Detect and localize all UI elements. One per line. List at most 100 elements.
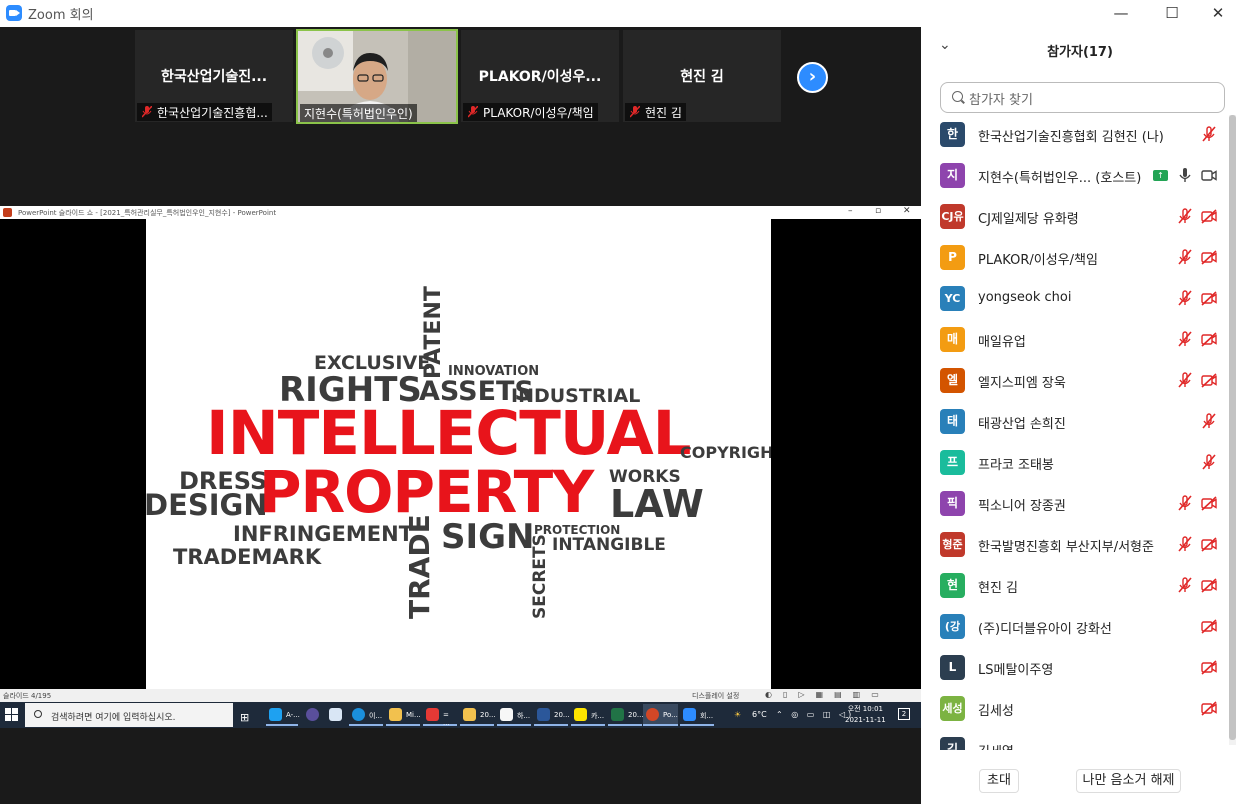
slide-counter: 슬라이드 4/195 bbox=[3, 692, 52, 700]
avatar: 현 bbox=[940, 573, 965, 598]
taskbar-app-chrome[interactable] bbox=[303, 704, 323, 726]
video-off-icon[interactable] bbox=[1201, 536, 1217, 552]
taskbar-app-excel[interactable]: 20... bbox=[608, 704, 644, 726]
participant-row[interactable]: 김 김세열 bbox=[921, 737, 1231, 750]
taskbar-app-ie[interactable]: A-... bbox=[266, 704, 300, 726]
participant-row[interactable]: 현 현진 김 bbox=[921, 573, 1231, 614]
muted-mic-icon[interactable] bbox=[1177, 249, 1193, 265]
taskbar-app-word[interactable]: 20... bbox=[534, 704, 570, 726]
muted-mic-icon[interactable] bbox=[1177, 495, 1193, 511]
muted-mic-icon[interactable] bbox=[1177, 536, 1193, 552]
muted-mic-icon[interactable] bbox=[1177, 290, 1193, 306]
participant-row[interactable]: 픽 픽소니어 장종권 bbox=[921, 491, 1231, 532]
weather-icon[interactable]: ☀ bbox=[734, 710, 741, 719]
taskbar-app-folder[interactable]: Mi... bbox=[386, 704, 421, 726]
ppt-restore-button[interactable]: ▫ bbox=[875, 206, 881, 216]
participant-name: yongseok choi bbox=[978, 290, 1072, 305]
participants-panel: ⌄ 참가자(17) 참가자 찾기 한 한국산업기술진흥협회 김현진 (나) 지 지현수… bbox=[921, 27, 1239, 804]
taskbar-app-paint[interactable]: = ... bbox=[423, 704, 457, 727]
ppt-minimize-button[interactable]: – bbox=[848, 206, 853, 216]
video-icon[interactable] bbox=[1201, 167, 1217, 183]
muted-mic-icon[interactable] bbox=[1177, 372, 1193, 388]
task-view-icon[interactable]: ⊞ bbox=[240, 704, 249, 726]
video-off-icon[interactable] bbox=[1201, 495, 1217, 511]
participant-tile[interactable]: 한국산업기술진... 한국산업기술진흥협... bbox=[135, 30, 293, 122]
video-off-icon[interactable] bbox=[1201, 577, 1217, 593]
tile-label: 지현수(특허법인우인) bbox=[300, 104, 417, 122]
participant-row[interactable]: 세성 김세성 bbox=[921, 696, 1231, 737]
next-page-button[interactable]: › bbox=[797, 62, 828, 93]
display-settings-button[interactable]: 디스플레이 설정 bbox=[692, 691, 739, 701]
participant-row[interactable]: L LS메탈이주영 bbox=[921, 655, 1231, 696]
video-off-icon[interactable] bbox=[1201, 372, 1217, 388]
participant-name: 매일유업 bbox=[978, 335, 1026, 350]
word-sign: SIGN bbox=[441, 517, 535, 557]
word-intangible: INTANGIBLE bbox=[552, 535, 666, 555]
app-label: Mi... bbox=[406, 711, 421, 719]
word-icon bbox=[537, 708, 550, 721]
participant-name: PLAKOR/이성우/책임 bbox=[978, 253, 1098, 268]
video-off-icon[interactable] bbox=[1201, 208, 1217, 224]
shared-screen: EXCLUSIVE PATENT INNOVATION RIGHTS ASSET… bbox=[0, 219, 921, 689]
participant-search-input[interactable]: 참가자 찾기 bbox=[940, 82, 1225, 113]
video-off-icon[interactable] bbox=[1201, 249, 1217, 265]
participant-tile[interactable]: 현진 김 현진 김 bbox=[623, 30, 781, 122]
windows-start-button[interactable] bbox=[5, 708, 18, 721]
powerpoint-titlebar: PowerPoint 슬라이드 쇼 - [2021_특허관리실무_특허법인우인_… bbox=[0, 206, 921, 219]
muted-mic-icon[interactable] bbox=[1177, 577, 1193, 593]
taskbar-app-edge[interactable]: 이... bbox=[349, 704, 383, 726]
view-buttons[interactable]: ◐▯▷▦▤▥▭ bbox=[765, 690, 890, 699]
chevron-right-icon: › bbox=[808, 66, 817, 87]
search-placeholder: 검색하려면 여기에 입력하십시오. bbox=[51, 713, 176, 723]
powerpoint-icon bbox=[3, 208, 12, 217]
tile-name: 한국산업기술진... bbox=[160, 69, 268, 85]
app-label: 하... bbox=[517, 712, 531, 720]
muted-mic-icon[interactable] bbox=[1177, 331, 1193, 347]
mic-icon[interactable] bbox=[1177, 167, 1193, 183]
close-button[interactable]: ✕ bbox=[1195, 2, 1239, 24]
maximize-button[interactable]: ☐ bbox=[1149, 2, 1195, 24]
participant-row[interactable]: 형준 한국발명진흥회 부산지부/서형준 bbox=[921, 532, 1231, 573]
video-off-icon[interactable] bbox=[1201, 290, 1217, 306]
participant-row[interactable]: P PLAKOR/이성우/책임 bbox=[921, 245, 1231, 286]
participant-list-scrollbar[interactable] bbox=[1229, 115, 1236, 745]
participant-row[interactable]: 매 매일유업 bbox=[921, 327, 1231, 368]
ppt-close-button[interactable]: ✕ bbox=[903, 206, 911, 216]
excel-icon bbox=[611, 708, 624, 721]
muted-mic-icon[interactable] bbox=[1201, 126, 1217, 142]
video-off-icon[interactable] bbox=[1201, 659, 1217, 675]
minimize-button[interactable]: — bbox=[1098, 2, 1144, 24]
taskbar-app-folder2[interactable]: 20... bbox=[460, 704, 496, 726]
notification-button[interactable]: 2 bbox=[898, 708, 910, 720]
search-icon bbox=[952, 91, 963, 102]
participant-video-tile[interactable]: 지현수(특허법인우인) bbox=[296, 29, 458, 124]
participant-row[interactable]: 태 태광산업 손희진 bbox=[921, 409, 1231, 450]
participant-tile[interactable]: PLAKOR/이성우... PLAKOR/이성우/책임 bbox=[461, 30, 619, 122]
muted-mic-icon[interactable] bbox=[1201, 413, 1217, 429]
participant-row[interactable]: CJ유 CJ제일제당 유화령 bbox=[921, 204, 1231, 245]
participant-row[interactable]: 프 프라코 조태봉 bbox=[921, 450, 1231, 491]
video-off-icon[interactable] bbox=[1201, 618, 1217, 634]
participant-row[interactable]: 엘 엘지스피엠 장욱 bbox=[921, 368, 1231, 409]
video-off-icon[interactable] bbox=[1201, 700, 1217, 716]
participant-row[interactable]: YC yongseok choi bbox=[921, 286, 1231, 327]
taskbar-app-kakao[interactable]: 카... bbox=[571, 704, 605, 726]
participant-row[interactable]: (강 (주)디더블유아이 강화선 bbox=[921, 614, 1231, 655]
participant-row[interactable]: 지 지현수(특허법인우... (호스트) ↑ bbox=[921, 163, 1231, 204]
muted-mic-icon[interactable] bbox=[1177, 208, 1193, 224]
unmute-me-button[interactable]: 나만 음소거 해제 bbox=[1076, 769, 1181, 793]
taskbar-app-powerpoint[interactable]: Po... bbox=[643, 704, 678, 726]
taskbar-clock[interactable]: 오전 10:01 2021-11-11 bbox=[845, 704, 886, 726]
taskbar-app-edit[interactable] bbox=[326, 704, 346, 726]
tray-icons[interactable]: ⌃ ◎ ▭ ◫ ◁) bbox=[776, 710, 854, 719]
taskbar-app-hwp[interactable]: 하... bbox=[497, 704, 531, 726]
taskbar-app-zoom[interactable]: 회... bbox=[680, 704, 714, 726]
weather-temp[interactable]: 6°C bbox=[752, 710, 767, 719]
taskbar-search-input[interactable]: 검색하려면 여기에 입력하십시오. bbox=[25, 703, 233, 727]
muted-mic-icon[interactable] bbox=[1201, 454, 1217, 470]
app-label: 이... bbox=[369, 712, 383, 720]
participant-row[interactable]: 한 한국산업기술진흥협회 김현진 (나) bbox=[921, 122, 1231, 163]
scrollbar-thumb[interactable] bbox=[1229, 115, 1236, 740]
invite-button[interactable]: 초대 bbox=[979, 769, 1019, 793]
video-off-icon[interactable] bbox=[1201, 331, 1217, 347]
